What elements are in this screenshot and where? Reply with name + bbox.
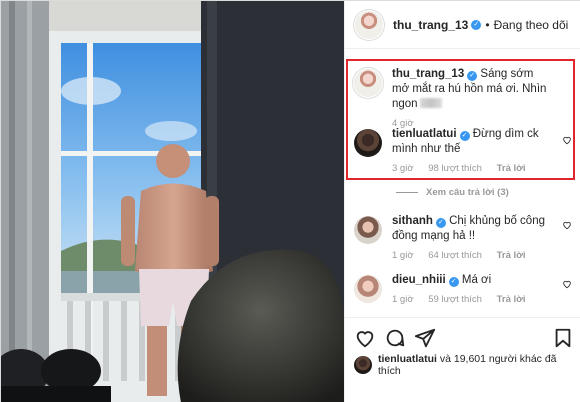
share-icon[interactable] <box>414 327 436 349</box>
comment-text: Má ơi <box>461 274 492 286</box>
liked-by-user[interactable]: tienluatlatui <box>378 353 437 365</box>
post-header: thu_trang_13 ✓ • Đang theo dõi <box>345 1 580 49</box>
comment-item: dieu_nhiii ✓ Má ơi 1 giờ 59 lượt thích Tr… <box>354 273 576 307</box>
highlight-box <box>346 59 575 180</box>
heart-icon[interactable] <box>354 327 376 349</box>
comment-username[interactable]: sithanh <box>392 215 433 227</box>
verified-badge-icon: ✓ <box>435 218 446 228</box>
action-bar <box>344 317 580 355</box>
verified-badge-icon: ✓ <box>471 19 482 30</box>
photo-illustration <box>1 1 344 402</box>
heart-icon[interactable] <box>562 220 572 230</box>
avatar[interactable] <box>354 216 382 244</box>
reply-link[interactable]: Trả lời <box>497 294 526 305</box>
divider <box>396 192 418 193</box>
bookmark-icon[interactable] <box>552 327 574 349</box>
separator: • <box>485 17 490 32</box>
author-username[interactable]: thu_trang_13 <box>393 18 468 32</box>
verified-badge-icon: ✓ <box>448 277 459 287</box>
avatar[interactable] <box>355 10 383 39</box>
comment-time: 1 giờ <box>392 294 414 305</box>
liked-by: tienluatlatui và 19,601 người khác đã th… <box>354 353 579 377</box>
heart-icon[interactable] <box>562 279 572 289</box>
follow-status[interactable]: Đang theo dõi <box>494 18 569 32</box>
post-photo[interactable] <box>1 1 344 402</box>
comment-username[interactable]: dieu_nhiii <box>392 274 446 286</box>
comment-likes[interactable]: 64 lượt thích <box>428 250 482 261</box>
view-replies[interactable]: Xem câu trả lời (3) <box>396 187 509 198</box>
avatar[interactable] <box>354 356 372 374</box>
comment-item: sithanh ✓ Chị khủng bố công đồng mạng hả … <box>354 214 576 263</box>
reply-link[interactable]: Trả lời <box>497 250 526 261</box>
comment-likes[interactable]: 59 lượt thích <box>428 294 482 305</box>
comment-time: 1 giờ <box>392 250 414 261</box>
comment-icon[interactable] <box>384 327 406 349</box>
instagram-post: thu_trang_13 ✓ • Đang theo dõi thu_trang… <box>0 0 580 402</box>
avatar[interactable] <box>354 275 382 303</box>
view-replies-label: Xem câu trả lời (3) <box>426 187 509 198</box>
